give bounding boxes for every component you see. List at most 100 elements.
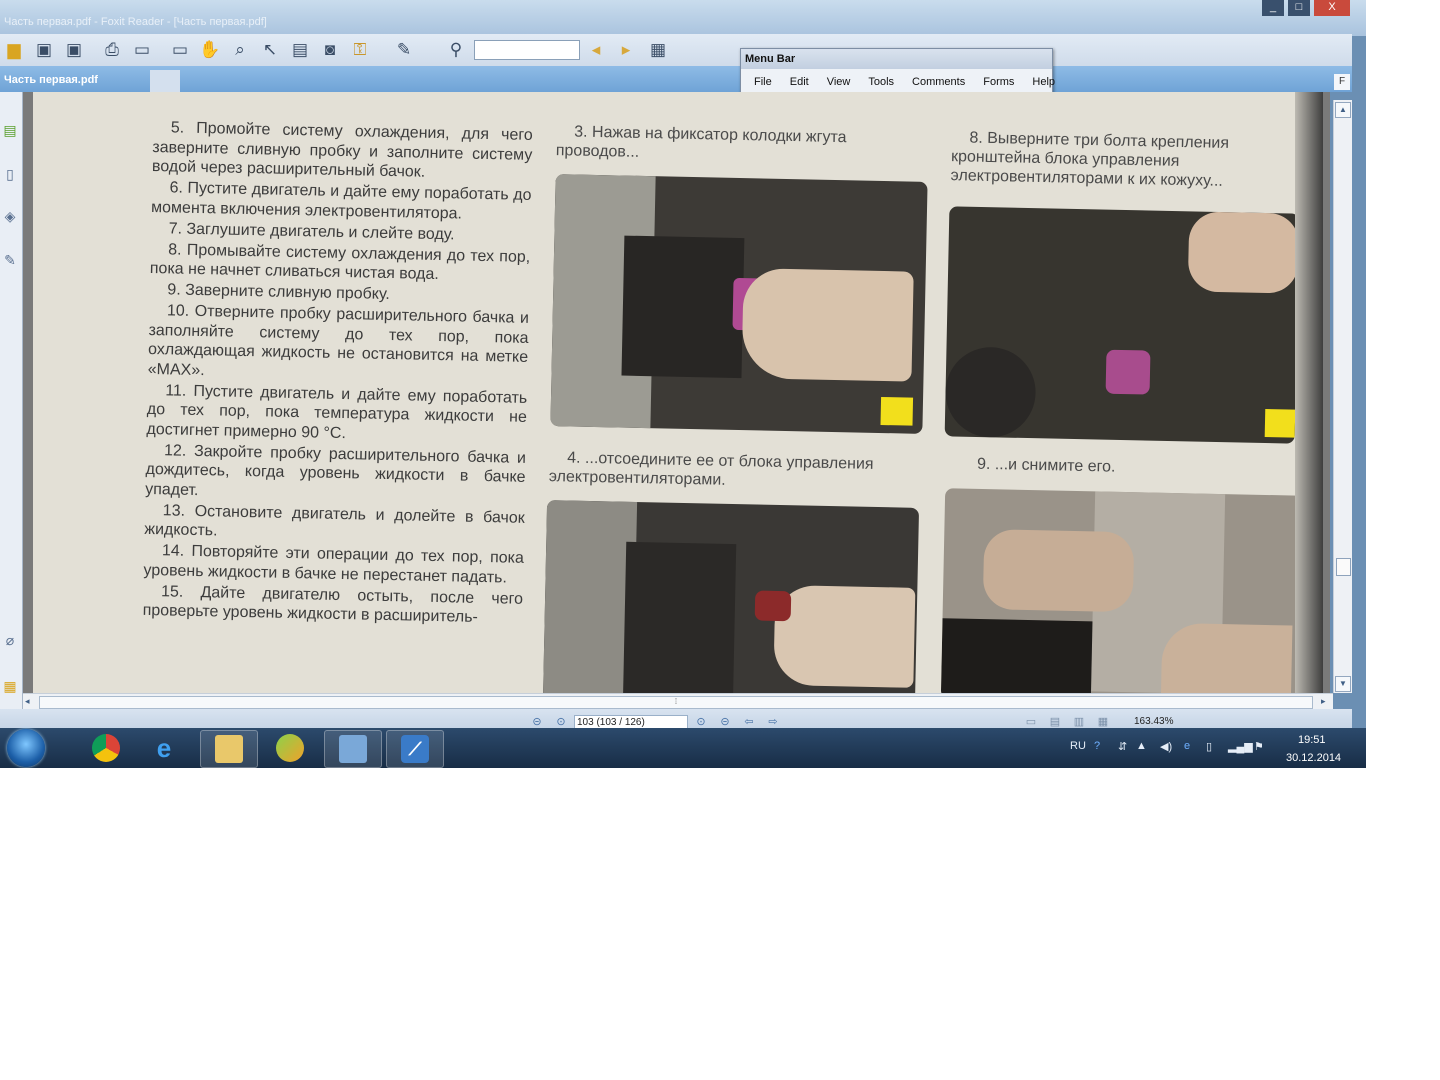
continuous-icon[interactable]: ▤ <box>1048 715 1062 729</box>
last-page-icon[interactable]: ⊝ <box>718 715 732 729</box>
scroll-up-icon[interactable]: ▲ <box>1335 102 1351 118</box>
menu-help[interactable]: Help <box>1023 73 1064 91</box>
hand-tool-icon[interactable]: ✋ <box>198 38 222 62</box>
taskbar-chrome[interactable] <box>78 730 134 766</box>
window-title: Часть первая.pdf - Foxit Reader - [Часть… <box>4 16 267 28</box>
single-page-icon[interactable]: ▭ <box>1024 715 1038 729</box>
volume-icon[interactable]: ◀) <box>1160 740 1172 753</box>
zoom-level[interactable]: 163.43% <box>1134 716 1173 727</box>
paragraph: 14. Повторяйте эти операции до тех пор, … <box>143 542 525 587</box>
clock-date[interactable]: 30.12.2014 <box>1286 752 1341 764</box>
scroll-left-icon[interactable]: ◂ <box>25 696 30 707</box>
continuous-facing-icon[interactable]: ▦ <box>1096 715 1110 729</box>
find-options-icon[interactable]: ▦ <box>646 38 670 62</box>
close-button[interactable]: X <box>1314 0 1350 16</box>
language-indicator[interactable]: RU <box>1070 740 1086 752</box>
page-edge-shadow <box>1295 92 1323 693</box>
photo-step-3 <box>550 174 928 434</box>
document-tab-strip: Часть первая.pdf F <box>0 66 1352 92</box>
vertical-scroll-thumb[interactable] <box>1336 558 1351 576</box>
internet-explorer-icon: e <box>156 733 172 763</box>
taskbar-remote-desktop[interactable] <box>324 730 382 768</box>
menu-view[interactable]: View <box>818 73 860 91</box>
layers-icon[interactable]: ◈ <box>1 206 19 226</box>
maximize-button[interactable]: □ <box>1288 0 1310 16</box>
network-switch-icon[interactable]: ⇵ <box>1118 740 1127 753</box>
next-page-icon[interactable]: ⊙ <box>694 715 708 729</box>
device-icon[interactable]: ▯ <box>1206 740 1212 753</box>
paragraph: 13. Остановите двигатель и долейте в бач… <box>144 501 525 540</box>
save-icon[interactable]: ▣ <box>32 38 56 62</box>
first-page-icon[interactable]: ⊝ <box>530 715 544 729</box>
text-column: 5. Промойте систему охлаждения, для чего… <box>142 118 533 630</box>
text-select-icon[interactable]: ▤ <box>288 38 312 62</box>
desktop-screen: _ □ X Часть первая.pdf - Foxit Reader - … <box>0 0 1366 768</box>
paragraph: 6. Пустите двигатель и дайте ему поработ… <box>150 179 532 222</box>
horizontal-scroll-thumb[interactable]: ⁞ <box>39 696 1313 709</box>
browser-tray-icon[interactable]: e <box>1184 740 1190 752</box>
find-icon[interactable]: ⚲ <box>444 38 468 62</box>
start-button[interactable] <box>7 729 45 767</box>
taskbar-internet-explorer[interactable]: e <box>136 730 192 766</box>
clock-time[interactable]: 19:51 <box>1298 734 1326 746</box>
attachments-icon[interactable]: ⌀ <box>1 630 19 650</box>
taskbar-media-app[interactable] <box>262 730 318 766</box>
menu-file[interactable]: File <box>745 73 781 91</box>
back-icon[interactable]: ⇦ <box>742 715 756 729</box>
menu-edit[interactable]: Edit <box>781 73 818 91</box>
horizontal-scrollbar[interactable]: ◂ ⁞ ▸ <box>23 693 1333 710</box>
pdf-page: 5. Промойте систему охлаждения, для чего… <box>33 92 1323 693</box>
vertical-scrollbar[interactable]: ▲ ▼ <box>1333 100 1352 693</box>
caption-step-4: 4. ...отсоедините ее от блока управления… <box>548 449 874 489</box>
signal-icon[interactable]: ▂▄▆ <box>1228 740 1253 753</box>
fullscreen-icon[interactable]: ▭ <box>168 38 192 62</box>
scroll-right-icon[interactable]: ▸ <box>1321 696 1326 707</box>
menu-forms[interactable]: Forms <box>974 73 1023 91</box>
paragraph: 10. Отверните пробку расширительного бач… <box>147 302 530 379</box>
photo-step-8 <box>944 206 1300 444</box>
bookmarks-icon[interactable]: ▤ <box>1 120 19 140</box>
scroll-down-icon[interactable]: ▼ <box>1335 676 1351 692</box>
pages-icon[interactable]: ▯ <box>1 164 19 184</box>
taskbar-file-explorer[interactable] <box>200 730 258 768</box>
foxit-icon: ⟋ <box>401 735 429 763</box>
facing-icon[interactable]: ▥ <box>1072 715 1086 729</box>
print-icon[interactable]: ⎙ <box>100 38 124 62</box>
forward-icon[interactable]: ⇨ <box>766 715 780 729</box>
snapshot-icon[interactable]: ◙ <box>318 38 342 62</box>
paragraph: 11. Пустите двигатель и дайте ему порабо… <box>146 381 528 442</box>
find-next-icon[interactable]: ▸ <box>614 38 638 62</box>
save-as-icon[interactable]: ▣ <box>62 38 86 62</box>
select-icon[interactable]: ↖ <box>258 38 282 62</box>
taskbar-foxit-reader[interactable]: ⟋ <box>386 730 444 768</box>
email-icon[interactable]: ▭ <box>130 38 154 62</box>
chrome-icon <box>92 734 120 762</box>
caption-step-3: 3. Нажав на фиксатор колодки жгута прово… <box>555 123 847 161</box>
menu-tools[interactable]: Tools <box>859 73 903 91</box>
tab-right-button[interactable]: F <box>1334 74 1350 90</box>
zoom-tool-icon[interactable]: ⌕ <box>228 38 252 62</box>
main-toolbar: ▆ ▣ ▣ ⎙ ▭ ▭ ✋ ⌕ ↖ ▤ ◙ ⚿ ✎ ⚲ ◂ ▸ ▦ <box>0 34 1352 67</box>
document-view[interactable]: 5. Промойте систему охлаждения, для чего… <box>23 92 1330 693</box>
help-icon[interactable]: ? <box>1094 740 1100 752</box>
open-icon[interactable]: ▆ <box>2 38 26 62</box>
action-center-flag-icon[interactable]: ⚑ <box>1254 740 1264 753</box>
windows-taskbar: e ⟋ RU ? ⇵ ▲ ◀) e ▯ ▂▄▆ ⚑ <box>0 728 1366 768</box>
menu-bar-title[interactable]: Menu Bar <box>741 49 1052 69</box>
find-prev-icon[interactable]: ◂ <box>584 38 608 62</box>
tab-document[interactable]: Часть первая.pdf <box>0 68 154 92</box>
caption-step-9: 9. ...и снимите его. <box>976 455 1116 476</box>
minimize-button[interactable]: _ <box>1262 0 1284 16</box>
paragraph: 8. Промывайте систему охлаждения до тех … <box>149 240 531 284</box>
floating-menu-bar[interactable]: Menu Bar File Edit View Tools Comments F… <box>740 48 1055 95</box>
notes-icon[interactable]: ▦ <box>1 676 19 696</box>
comments-panel-icon[interactable]: ✎ <box>1 250 19 270</box>
show-hidden-icons-icon[interactable]: ▲ <box>1136 740 1147 752</box>
rms-icon[interactable]: ⚿ <box>348 38 372 62</box>
typewriter-icon[interactable]: ✎ <box>392 38 416 62</box>
find-input[interactable] <box>474 40 580 60</box>
previous-page-icon[interactable]: ⊙ <box>554 715 568 729</box>
paragraph: 5. Промойте систему охлаждения, для чего… <box>151 119 533 181</box>
menu-comments[interactable]: Comments <box>903 73 974 91</box>
photo-step-4 <box>542 500 920 693</box>
